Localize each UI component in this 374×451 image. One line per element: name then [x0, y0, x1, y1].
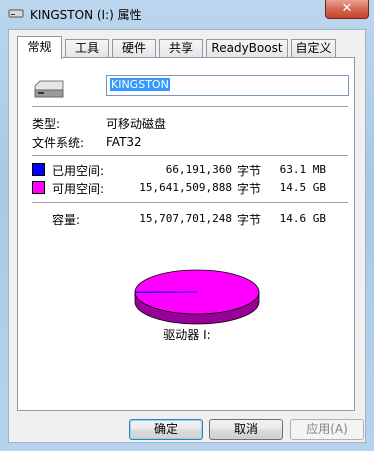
divider — [32, 106, 348, 108]
apply-button[interactable]: 应用(A) — [290, 419, 364, 440]
used-space-bytes: 66,191,360 — [165, 163, 232, 176]
filesystem-label: 文件系统: — [32, 136, 85, 150]
usb-drive-icon — [8, 9, 24, 18]
close-button[interactable]: ✕ — [325, 0, 369, 19]
ok-button[interactable]: 确定 — [129, 419, 203, 440]
free-space-label: 可用空间: — [52, 182, 105, 196]
type-label: 类型: — [32, 117, 61, 131]
window-title: KINGSTON (I:) 属性 — [30, 8, 142, 22]
disk-usage-pie — [134, 269, 260, 325]
capacity-unit: 字节 — [237, 213, 262, 227]
used-space-label: 已用空间: — [52, 164, 105, 178]
type-value: 可移动磁盘 — [106, 117, 167, 131]
divider — [32, 202, 348, 204]
free-space-swatch — [32, 181, 45, 194]
general-tab-panel: KINGSTON 类型: 可移动磁盘 文件系统: FAT32 已用空间: 66,… — [17, 57, 355, 411]
filesystem-value: FAT32 — [106, 135, 142, 149]
free-space-size: 14.5 GB — [279, 181, 326, 194]
properties-window: KINGSTON (I:) 属性 ✕ 常规 工具 硬件 共享 ReadyBoos… — [0, 0, 374, 451]
used-space-swatch — [32, 163, 45, 176]
tab-readyboost[interactable]: ReadyBoost — [206, 39, 288, 58]
capacity-label: 容量: — [52, 213, 81, 227]
title-bar[interactable]: KINGSTON (I:) 属性 ✕ — [0, 0, 374, 28]
free-space-unit: 字节 — [237, 182, 262, 196]
used-space-size: 63.1 MB — [279, 163, 326, 176]
free-space-bytes: 15,641,509,888 — [139, 181, 232, 194]
capacity-size: 14.6 GB — [279, 212, 326, 225]
cancel-button[interactable]: 取消 — [209, 419, 283, 440]
tab-tools[interactable]: 工具 — [65, 39, 109, 58]
divider — [32, 155, 348, 157]
dialog-client: 常规 工具 硬件 共享 ReadyBoost 自定义 KINGSTON 类型: … — [8, 29, 366, 443]
used-space-unit: 字节 — [237, 164, 262, 178]
drive-label: 驱动器 I: — [163, 328, 211, 342]
capacity-bytes: 15,707,701,248 — [139, 212, 232, 225]
volume-name-text: KINGSTON — [110, 78, 170, 91]
tab-customize[interactable]: 自定义 — [291, 39, 336, 58]
removable-drive-icon — [34, 80, 64, 98]
tab-sharing[interactable]: 共享 — [159, 39, 203, 58]
tab-hardware[interactable]: 硬件 — [112, 39, 156, 58]
volume-name-input[interactable]: KINGSTON — [106, 75, 349, 96]
tab-general[interactable]: 常规 — [17, 36, 62, 59]
